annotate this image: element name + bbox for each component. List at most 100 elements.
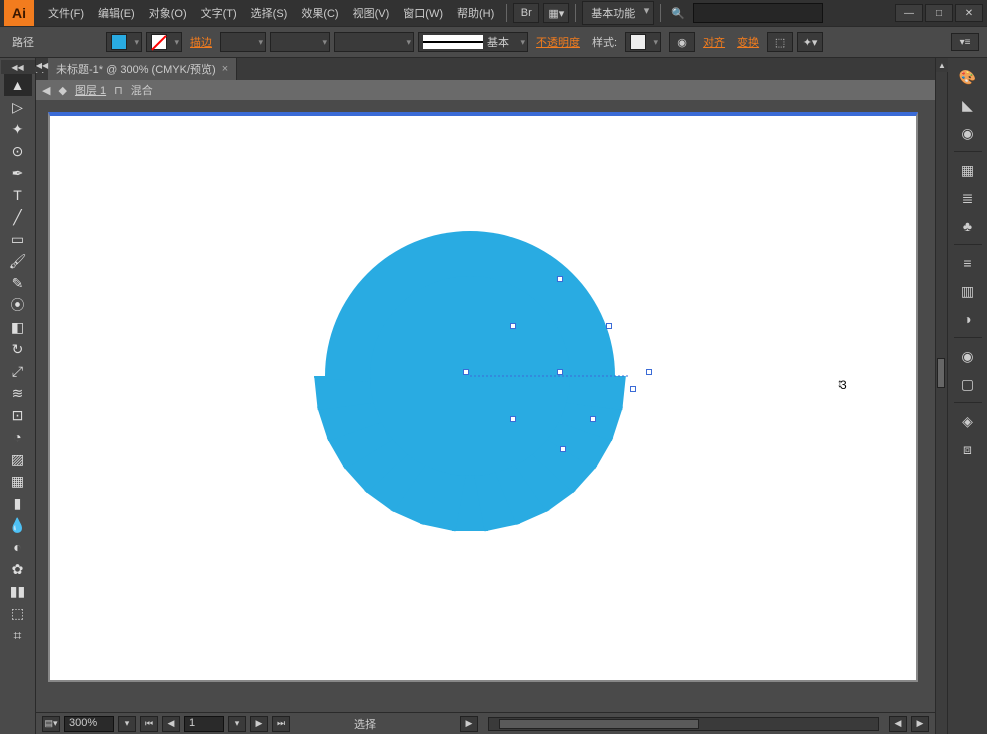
stroke-style-select[interactable]: 基本 [418, 32, 528, 52]
menu-file[interactable]: 文件(F) [42, 1, 90, 25]
menu-window[interactable]: 窗口(W) [397, 1, 449, 25]
transparency-panel-button[interactable]: ◑ [954, 306, 982, 332]
blend-tool[interactable]: ◐ [4, 536, 32, 558]
search-input[interactable] [693, 3, 823, 23]
last-artboard-button[interactable]: ⏭ [272, 716, 290, 732]
document-tab[interactable]: 未标题-1* @ 300% (CMYK/预览) × [48, 58, 237, 80]
transform-link[interactable]: 变换 [733, 34, 763, 50]
close-tab-icon[interactable]: × [222, 63, 228, 75]
selection-handle[interactable] [463, 369, 469, 375]
zoom-input[interactable]: 300% [64, 716, 114, 732]
arrange-docs-button[interactable]: ▦▾ [543, 3, 569, 23]
selection-handle[interactable] [606, 323, 612, 329]
menu-select[interactable]: 选择(S) [245, 1, 294, 25]
var-width-select[interactable] [270, 32, 330, 52]
graphic-style-select[interactable] [625, 32, 661, 52]
zoom-dropdown[interactable]: ▾ [118, 716, 136, 732]
kuler-panel-button[interactable]: ◉ [954, 120, 982, 146]
recolor-button[interactable]: ◉ [669, 32, 695, 52]
scroll-right-button[interactable]: ▶ [911, 716, 929, 732]
selection-tool[interactable]: ▲ [4, 74, 32, 96]
blob-brush-tool[interactable]: ⦿ [4, 294, 32, 316]
artboard-number-input[interactable]: 1 [184, 716, 224, 732]
first-artboard-button[interactable]: ⏮ [140, 716, 158, 732]
mode-dropdown[interactable]: ▶ [460, 716, 478, 732]
symbol-sprayer-tool[interactable]: ✿ [4, 558, 32, 580]
selection-handle[interactable] [557, 369, 563, 375]
stroke-color-picker[interactable] [146, 32, 182, 52]
layers-panel-button[interactable]: ◈ [954, 408, 982, 434]
vertical-scrollbar[interactable]: ▲ [935, 58, 947, 734]
artboard[interactable]: 3 [48, 112, 918, 682]
rectangle-tool[interactable]: ▭ [4, 228, 32, 250]
pencil-tool[interactable]: ✎ [4, 272, 32, 294]
vscroll-thumb[interactable] [937, 358, 945, 388]
artboard-tool[interactable]: ⬚ [4, 602, 32, 624]
symbols-panel-button[interactable]: ♣ [954, 213, 982, 239]
gradient-tool[interactable]: ▮ [4, 492, 32, 514]
appearance-panel-button[interactable]: ◉ [954, 343, 982, 369]
scale-tool[interactable]: ⤢ [4, 360, 32, 382]
menu-object[interactable]: 对象(O) [143, 1, 193, 25]
eraser-tool[interactable]: ◧ [4, 316, 32, 338]
paintbrush-tool[interactable]: 🖌 [4, 250, 32, 272]
isolate-button[interactable]: ⬚ [767, 32, 793, 52]
next-artboard-button[interactable]: ▶ [250, 716, 268, 732]
brushes-panel-button[interactable]: ≣ [954, 185, 982, 211]
color-panel-button[interactable]: 🎨 [954, 64, 982, 90]
back-icon[interactable]: ◀ [42, 84, 50, 97]
stroke-panel-button[interactable]: ≡ [954, 250, 982, 276]
vscroll-up[interactable]: ▲ [936, 58, 948, 72]
artboard-dropdown[interactable]: ▾ [228, 716, 246, 732]
rotate-tool[interactable]: ↻ [4, 338, 32, 360]
eyedropper-tool[interactable]: 💧 [4, 514, 32, 536]
doc-collapse-right[interactable]: ◀◀ [36, 58, 48, 72]
color-guide-panel-button[interactable]: ◣ [954, 92, 982, 118]
free-transform-tool[interactable]: ⊡ [4, 404, 32, 426]
brush-select[interactable] [334, 32, 414, 52]
selection-handle[interactable] [646, 369, 652, 375]
direct-selection-tool[interactable]: ▷ [4, 96, 32, 118]
gradient-panel-button[interactable]: ▥ [954, 278, 982, 304]
shape-builder-tool[interactable]: ◔ [4, 426, 32, 448]
menu-help[interactable]: 帮助(H) [451, 1, 500, 25]
minimize-button[interactable]: — [895, 4, 923, 22]
selection-handle[interactable] [557, 276, 563, 282]
opacity-link[interactable]: 不透明度 [532, 34, 584, 50]
bridge-button[interactable]: Br [513, 3, 539, 23]
control-menu-button[interactable]: ▾≡ [951, 33, 979, 51]
perspective-tool[interactable]: ▨ [4, 448, 32, 470]
status-menu-button[interactable]: ▤▾ [42, 716, 60, 732]
line-tool[interactable]: ╱ [4, 206, 32, 228]
menu-edit[interactable]: 编辑(E) [92, 1, 141, 25]
stroke-weight-select[interactable] [220, 32, 266, 52]
layer-name[interactable]: 图层 1 [75, 82, 106, 98]
slice-tool[interactable]: ⌗ [4, 624, 32, 646]
mesh-tool[interactable]: ▦ [4, 470, 32, 492]
menu-view[interactable]: 视图(V) [347, 1, 396, 25]
menu-type[interactable]: 文字(T) [195, 1, 243, 25]
lasso-tool[interactable]: ⊙ [4, 140, 32, 162]
width-tool[interactable]: ≋ [4, 382, 32, 404]
stroke-link[interactable]: 描边 [186, 34, 216, 50]
selection-handle[interactable] [510, 416, 516, 422]
swatches-panel-button[interactable]: ▦ [954, 157, 982, 183]
type-tool[interactable]: T [4, 184, 32, 206]
tools-collapse[interactable]: ◀◀ [1, 60, 35, 74]
graphic-styles-panel-button[interactable]: ▢ [954, 371, 982, 397]
menu-effect[interactable]: 效果(C) [295, 1, 344, 25]
selection-handle[interactable] [590, 416, 596, 422]
selection-handle[interactable] [510, 323, 516, 329]
artboards-panel-button[interactable]: ⧈ [954, 436, 982, 462]
selection-handle[interactable] [630, 386, 636, 392]
scroll-left-button[interactable]: ◀ [889, 716, 907, 732]
hscroll-thumb[interactable] [499, 719, 699, 729]
prev-artboard-button[interactable]: ◀ [162, 716, 180, 732]
magic-wand-tool[interactable]: ✦ [4, 118, 32, 140]
blue-sun-shape[interactable] [310, 216, 630, 536]
align-link[interactable]: 对齐 [699, 34, 729, 50]
graph-tool[interactable]: ▮▮ [4, 580, 32, 602]
selection-handle[interactable] [560, 446, 566, 452]
maximize-button[interactable]: □ [925, 4, 953, 22]
edit-clip-button[interactable]: ✦▾ [797, 32, 823, 52]
